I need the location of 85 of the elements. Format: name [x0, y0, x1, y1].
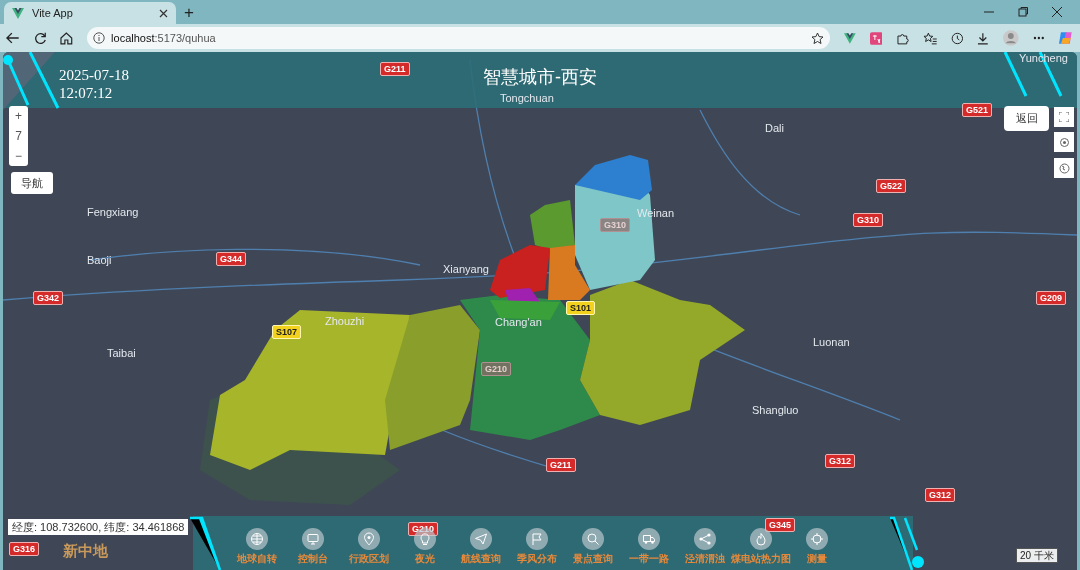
place-label: Chang'an: [495, 315, 542, 330]
scale-bar: 20 千米: [1016, 548, 1058, 563]
close-icon[interactable]: [1052, 7, 1062, 17]
road-shield: S107: [272, 325, 302, 339]
url-path: :5173/quhua: [154, 31, 216, 44]
road-shield: S101: [566, 301, 596, 315]
date-text: 2025-07-18: [59, 66, 129, 84]
url-host: localhost: [111, 31, 155, 44]
globe-button[interactable]: [1054, 158, 1074, 178]
toolbar-button[interactable]: 行政区划: [341, 528, 397, 565]
home-icon[interactable]: [60, 31, 74, 45]
place-label: Fengxiang: [87, 205, 139, 220]
history-icon[interactable]: [950, 31, 964, 45]
place-label: Baoji: [87, 253, 112, 268]
zoom-out-button[interactable]: −: [15, 146, 22, 166]
toolbar-button[interactable]: 季风分布: [509, 528, 565, 565]
road-shield: G310: [600, 218, 631, 232]
corner-decoration-drawing: [3, 52, 60, 110]
zoom-in-button[interactable]: +: [15, 106, 22, 126]
share-nodes-icon: [698, 532, 712, 546]
road-shield: G310: [853, 213, 884, 227]
v-logo-icon[interactable]: [843, 32, 856, 44]
back-icon[interactable]: [6, 32, 20, 44]
reload-icon[interactable]: [33, 31, 47, 45]
logo-text: 新中地: [63, 541, 108, 561]
bulb-icon: [418, 532, 432, 546]
time-text: 12:07:12: [59, 84, 114, 102]
address-bar[interactable]: localhost:5173/quhua: [87, 27, 830, 49]
close-icon[interactable]: [159, 8, 168, 18]
place-label: Xianyang: [443, 262, 489, 277]
info-icon[interactable]: [93, 32, 106, 44]
road-shield: G312: [925, 488, 956, 502]
toolbar-button[interactable]: 地球自转: [229, 528, 285, 565]
road-shield: G522: [876, 179, 907, 193]
back-button[interactable]: 返回: [1004, 106, 1049, 131]
toolbar-button[interactable]: 一带一路: [621, 528, 677, 565]
navigation-button[interactable]: 导航: [11, 172, 53, 194]
copilot-icon[interactable]: [1058, 30, 1074, 46]
toolbar-button[interactable]: 景点查询: [565, 528, 621, 565]
tab-title: Vite App: [32, 5, 74, 21]
search-icon: [586, 532, 600, 546]
puzzle-icon[interactable]: [896, 31, 909, 45]
coordinates-readout: 经度: 108.732600, 纬度: 34.461868: [8, 519, 189, 535]
road-shield: G344: [216, 252, 247, 266]
target-icon: [1058, 136, 1070, 148]
truck-icon: [642, 532, 656, 546]
download-icon[interactable]: [977, 31, 989, 45]
place-label: Luonan: [813, 335, 850, 350]
place-label: Dali: [765, 121, 784, 136]
star-icon[interactable]: [810, 31, 824, 45]
road-shield: G342: [33, 291, 64, 305]
pin-icon: [362, 532, 376, 546]
crosshair-icon: [810, 532, 824, 546]
place-label: Tongchuan: [500, 91, 554, 106]
place-label: Shangluo: [752, 403, 799, 418]
road-shield: G316: [9, 542, 40, 556]
road-shield: G211: [380, 62, 410, 76]
restore-icon[interactable]: [1018, 7, 1028, 17]
favorites-icon[interactable]: [922, 31, 937, 45]
flag-icon: [530, 532, 544, 546]
page-title: 智慧城市-西安: [482, 66, 598, 89]
profile-icon[interactable]: [1003, 30, 1019, 46]
corner-decoration-drawing: [188, 516, 222, 570]
browser-tab[interactable]: Vite App: [4, 2, 176, 24]
toolbar-button[interactable]: 航线查询: [453, 528, 509, 565]
map-view[interactable]: [3, 52, 1077, 570]
road-shield: G211: [546, 458, 576, 472]
more-icon[interactable]: [1032, 36, 1045, 40]
corner-decoration-drawing: [888, 516, 924, 570]
flame-icon: [754, 532, 768, 546]
road-shield: G521: [962, 103, 993, 117]
locate-button[interactable]: [1054, 132, 1074, 152]
paper-plane-icon: [474, 532, 488, 546]
v-logo-icon: [12, 7, 24, 19]
zoom-level: 7: [15, 128, 22, 145]
road-shield: G345: [765, 518, 796, 532]
road-shield: G210: [481, 362, 512, 376]
place-label: Zhouzhi: [325, 314, 365, 329]
new-tab-button[interactable]: +: [184, 4, 194, 21]
road-shield: G312: [825, 454, 856, 468]
monitor-icon: [306, 532, 320, 546]
place-label: Taibai: [107, 346, 136, 361]
fullscreen-icon: [1059, 112, 1069, 122]
road-shield: G209: [1036, 291, 1067, 305]
toolbar-button[interactable]: 控制台: [285, 528, 341, 565]
